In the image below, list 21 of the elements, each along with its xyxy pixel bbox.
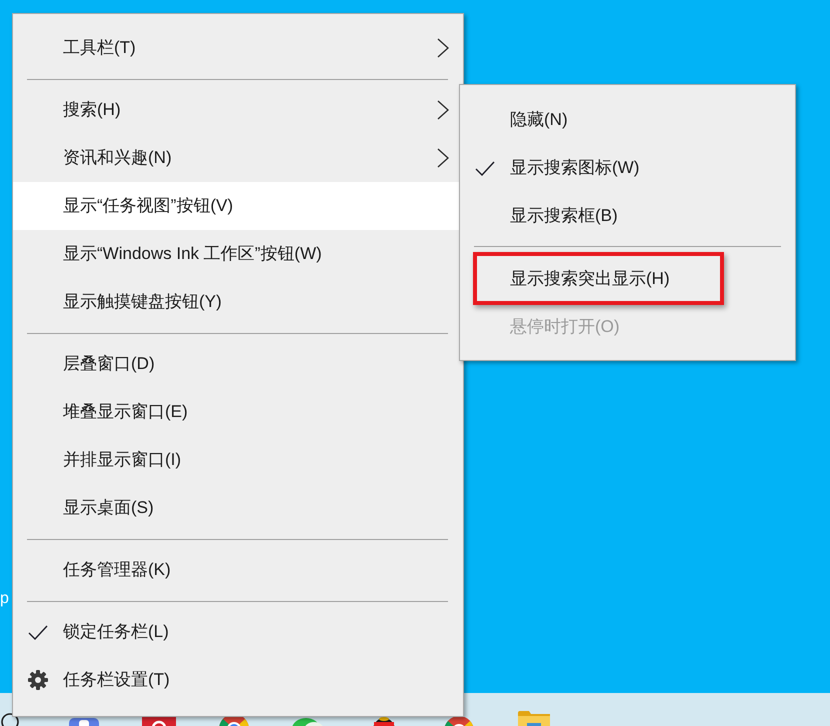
folder-icon[interactable] [516, 711, 550, 726]
menu-item[interactable]: 并排显示窗口(I) [13, 436, 463, 484]
ring-icon[interactable] [1, 712, 19, 726]
menu-item[interactable]: 堆叠显示窗口(E) [13, 388, 463, 436]
menu-item[interactable]: 显示“Windows Ink 工作区”按钮(W) [13, 230, 463, 278]
desktop-icon-label: p [0, 589, 9, 609]
menu-item[interactable]: 显示搜索图标(W) [460, 144, 795, 192]
menu-item[interactable]: 任务管理器(K) [13, 546, 463, 594]
menu-item[interactable]: 隐藏(N) [460, 96, 795, 144]
menu-item[interactable]: 层叠窗口(D) [13, 340, 463, 388]
menu-item[interactable]: 显示触摸键盘按钮(Y) [13, 278, 463, 326]
menu-item[interactable]: 工具栏(T) [13, 24, 463, 72]
menu-item[interactable]: 显示桌面(S) [13, 484, 463, 532]
menu-item[interactable]: 任务栏设置(T) [13, 656, 463, 704]
menu-item[interactable]: 显示搜索框(B) [460, 192, 795, 240]
menu-item: 悬停时打开(O) [509, 316, 621, 338]
app-icon[interactable] [142, 717, 176, 726]
menu-item[interactable]: 搜索(H) [13, 86, 463, 134]
menu-item[interactable]: 锁定任务栏(L) [13, 608, 463, 656]
menu-item[interactable]: 显示搜索突出显示(H) [460, 255, 795, 303]
menu-item[interactable]: 资讯和兴趣(N) [13, 134, 463, 182]
